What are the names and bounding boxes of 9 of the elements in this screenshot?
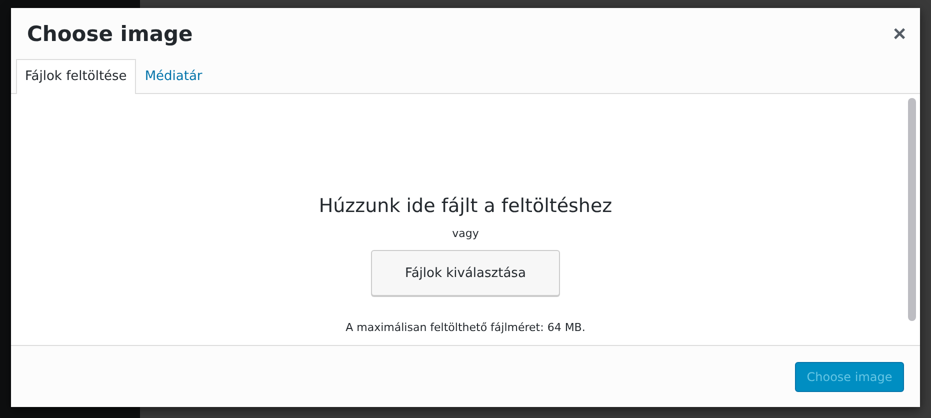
- modal-title: Choose image: [27, 22, 193, 46]
- select-files-button[interactable]: Fájlok kiválasztása: [370, 250, 560, 296]
- scrollbar-thumb[interactable]: [908, 98, 916, 321]
- max-size-text: A maximálisan feltölthető fájlméret: 64 MB.: [346, 321, 586, 334]
- tab[interactable]: Fájlok feltöltése: [16, 59, 136, 94]
- or-text: vagy: [452, 227, 479, 240]
- close-button[interactable]: ×: [893, 22, 906, 44]
- drop-heading: Húzzunk ide fájlt a feltöltéshez: [318, 195, 612, 217]
- tab[interactable]: Médiatár: [136, 59, 212, 94]
